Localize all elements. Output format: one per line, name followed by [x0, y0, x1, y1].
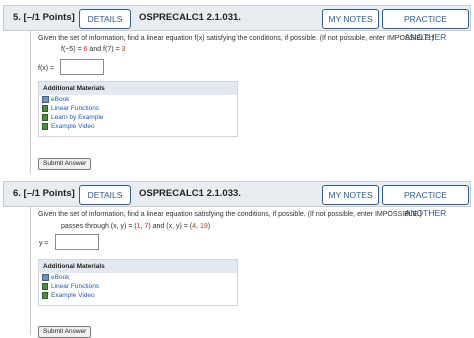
condition-text: f(−5) = — [61, 46, 84, 53]
submit-answer-button[interactable]: Submit Answer — [38, 326, 92, 338]
question-conditions: f(−5) = 6 and f(7) = 3 — [61, 46, 125, 53]
worksheet-icon — [42, 105, 48, 112]
material-label: Learn by Example — [51, 114, 104, 121]
question-prompt: Given the set of information, find a lin… — [38, 35, 434, 42]
additional-materials-title: Additional Materials — [39, 260, 237, 273]
condition-text: passes through (x, y) = ( — [61, 223, 137, 230]
my-notes-button[interactable]: MY NOTES — [322, 9, 379, 29]
additional-materials-title: Additional Materials — [39, 82, 237, 95]
material-ebook-link[interactable]: eBook — [39, 273, 237, 282]
details-button[interactable]: DETAILS — [79, 185, 131, 205]
worksheet-icon — [42, 292, 48, 299]
practice-another-button[interactable]: PRACTICE ANOTHER — [382, 9, 469, 42]
question-conditions: passes through (x, y) = (1, 7) and (x, y… — [61, 223, 210, 230]
condition-value: 3 — [121, 46, 126, 53]
condition-text: ) and (x, y) = ( — [148, 223, 193, 230]
material-label: Example Video — [51, 123, 95, 130]
question-prompt: Given the set of information, find a lin… — [38, 211, 422, 218]
material-learn-by-example-link[interactable]: Learn by Example — [39, 113, 237, 122]
book-icon — [42, 274, 49, 281]
answer-label: f(x) = — [38, 65, 55, 72]
book-icon — [42, 96, 49, 103]
condition-value: 19 — [199, 223, 208, 230]
material-label: Linear Functions — [51, 283, 100, 290]
question-6-body: Given the set of information, find a lin… — [30, 207, 471, 338]
my-notes-button[interactable]: MY NOTES — [322, 185, 379, 205]
question-6-header: 6. [–/1 Points] DETAILS OSPRECALC1 2.1.0… — [3, 181, 471, 218]
practice-another-button[interactable]: PRACTICE ANOTHER — [382, 185, 469, 218]
question-code: OSPRECALC1 2.1.031. — [139, 12, 241, 23]
worksheet-icon — [42, 114, 48, 121]
question-code: OSPRECALC1 2.1.033. — [139, 188, 241, 199]
material-label: Linear Functions — [51, 105, 100, 112]
material-linear-functions-link[interactable]: Linear Functions — [39, 104, 237, 113]
submit-answer-button[interactable]: Submit Answer — [38, 158, 92, 170]
answer-input[interactable] — [60, 59, 104, 75]
additional-materials: Additional Materials eBook Linear Functi… — [38, 81, 238, 137]
answer-label: y = — [39, 240, 49, 247]
material-example-video-link[interactable]: Example Video — [39, 291, 237, 300]
material-ebook-link[interactable]: eBook — [39, 95, 237, 104]
material-label: Example Video — [51, 292, 95, 299]
material-linear-functions-link[interactable]: Linear Functions — [39, 282, 237, 291]
question-5-header: 5. [–/1 Points] DETAILS OSPRECALC1 2.1.0… — [3, 5, 471, 42]
question-6-card: 6. [–/1 Points] DETAILS OSPRECALC1 2.1.0… — [3, 180, 471, 338]
question-5-body: Given the set of information, find a lin… — [30, 31, 471, 174]
material-example-video-link[interactable]: Example Video — [39, 122, 237, 131]
question-number: 5. [–/1 Points] — [13, 12, 75, 23]
answer-input[interactable] — [55, 234, 99, 250]
worksheet-icon — [42, 283, 48, 290]
question-number: 6. [–/1 Points] — [13, 188, 75, 199]
question-5-card: 5. [–/1 Points] DETAILS OSPRECALC1 2.1.0… — [3, 0, 471, 175]
material-label: eBook — [51, 274, 70, 281]
details-button[interactable]: DETAILS — [79, 9, 131, 29]
additional-materials: Additional Materials eBook Linear Functi… — [38, 259, 238, 306]
condition-text: ) — [207, 223, 211, 230]
material-label: eBook — [51, 96, 70, 103]
condition-text: and f(7) = — [87, 46, 122, 53]
worksheet-icon — [42, 123, 48, 130]
